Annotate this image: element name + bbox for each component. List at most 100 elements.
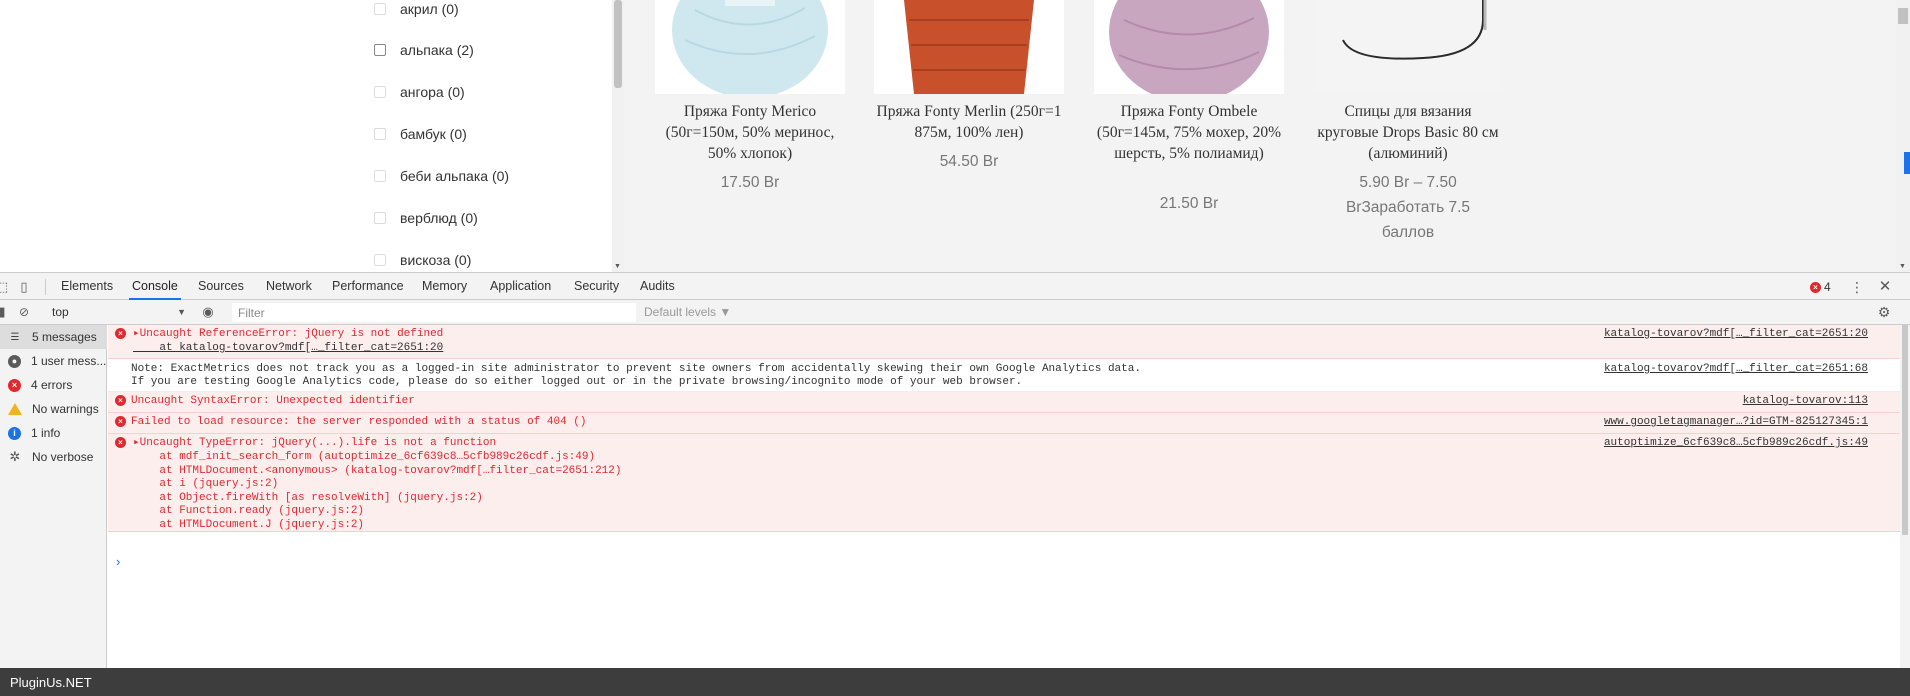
filter-option[interactable]: верблюд (0) xyxy=(374,207,478,229)
filter-option[interactable]: альпака (2) xyxy=(374,39,474,61)
stack-trace-line[interactable]: at mdf_init_search_form (autoptimize_6cf… xyxy=(133,451,595,465)
tab-console[interactable]: Console xyxy=(129,273,181,300)
stack-trace-line[interactable]: at katalog-tovarov?mdf[…_filter_cat=2651… xyxy=(133,342,443,356)
product-card[interactable]: Пряжа Fonty Merlin (250г=1 875м, 100% ле… xyxy=(874,0,1064,272)
scroll-down-arrow-icon[interactable]: ▼ xyxy=(614,263,621,270)
filter-checkbox[interactable] xyxy=(374,3,386,15)
sidebar-item-label: 4 errors xyxy=(31,378,73,392)
console-error-message[interactable]: × ▸Uncaught ReferenceError: jQuery is no… xyxy=(108,325,1900,359)
error-icon: × xyxy=(115,395,126,406)
message-text: Uncaught SyntaxError: Unexpected identif… xyxy=(131,395,415,407)
message-source-link[interactable]: katalog-tovarov?mdf[…_filter_cat=2651:20 xyxy=(1604,328,1868,342)
list-icon: ☰ xyxy=(10,331,20,343)
context-select[interactable]: top ▼ xyxy=(52,304,186,321)
product-card[interactable]: Спицы для вязания круговые Drops Basic 8… xyxy=(1313,0,1503,272)
message-text[interactable]: ▸Uncaught ReferenceError: jQuery is not … xyxy=(133,328,443,342)
filter-scrollbar[interactable]: ▼ xyxy=(612,0,624,272)
scroll-down-arrow-icon[interactable]: ▼ xyxy=(1899,263,1906,270)
tab-memory[interactable]: Memory xyxy=(419,273,470,300)
console-filter-input[interactable] xyxy=(232,303,636,322)
console-log-message[interactable]: Note: ExactMetrics does not track you as… xyxy=(108,359,1900,392)
sidebar-item-label: 1 user mess... xyxy=(31,354,107,368)
message-text[interactable]: ▸Uncaught TypeError: jQuery(...).life is… xyxy=(133,437,496,451)
stack-trace-line[interactable]: at HTMLDocument.J (jquery.js:2) xyxy=(133,519,364,533)
product-card[interactable]: Пряжа Fonty Ombele (50г=145м, 75% мохер,… xyxy=(1094,0,1284,272)
product-price: 17.50 Br xyxy=(720,174,780,191)
tab-network[interactable]: Network xyxy=(263,273,315,300)
sidebar-item-warnings[interactable]: No warnings xyxy=(0,397,107,421)
message-source-link[interactable]: katalog-tovarov:113 xyxy=(1743,395,1868,409)
device-toolbar-icon[interactable]: ▯ xyxy=(16,279,32,295)
filter-checkbox[interactable] xyxy=(374,254,386,266)
filter-checkbox[interactable] xyxy=(374,44,386,56)
filter-checkbox[interactable] xyxy=(374,170,386,182)
error-icon: × xyxy=(8,378,21,392)
filter-label: ангора (0) xyxy=(400,84,465,100)
console-error-message[interactable]: × Uncaught SyntaxError: Unexpected ident… xyxy=(108,392,1900,413)
sidebar-item-info[interactable]: i 1 info xyxy=(0,421,107,445)
sidebar-item-messages[interactable]: ☰ 5 messages xyxy=(0,325,107,349)
tab-elements[interactable]: Elements xyxy=(58,273,116,300)
product-photo[interactable] xyxy=(655,0,845,94)
tab-audits[interactable]: Audits xyxy=(637,273,678,300)
inspect-element-icon[interactable]: ⬚ xyxy=(0,279,10,295)
product-name[interactable]: Пряжа Fonty Merlin (250г=1 875м, 100% ле… xyxy=(874,101,1064,143)
sidebar-item-errors[interactable]: × 4 errors xyxy=(0,373,107,397)
stack-trace-line[interactable]: at Function.ready (jquery.js:2) xyxy=(133,505,364,519)
sidebar-item-verbose[interactable]: ✲ No verbose xyxy=(0,445,107,469)
filter-checkbox[interactable] xyxy=(374,86,386,98)
error-icon: × xyxy=(115,328,126,339)
filter-checkbox[interactable] xyxy=(374,128,386,140)
product-photo[interactable] xyxy=(1313,0,1503,94)
sidebar-toggle-icon[interactable]: ▮ xyxy=(0,304,10,320)
message-source-link[interactable]: www.googletagmanager…?id=GTM-825127345:1 xyxy=(1604,416,1868,430)
clear-console-icon[interactable]: ⊘ xyxy=(16,304,32,320)
product-name[interactable]: Спицы для вязания круговые Drops Basic 8… xyxy=(1313,101,1503,164)
console-settings-gear-icon[interactable]: ⚙ xyxy=(1876,304,1892,320)
filter-scrollbar-thumb[interactable] xyxy=(614,0,622,88)
side-widget-tab[interactable] xyxy=(1904,152,1910,174)
filter-option[interactable]: беби альпака (0) xyxy=(374,165,509,187)
product-name[interactable]: Пряжа Fonty Merico (50г=150м, 50% мерино… xyxy=(655,101,845,164)
stack-trace-line[interactable]: at i (jquery.js:2) xyxy=(133,478,278,492)
error-count-badge[interactable]: × 4 xyxy=(1810,280,1831,294)
filter-option[interactable]: бамбук (0) xyxy=(374,123,467,145)
more-options-icon[interactable]: ⋮ xyxy=(1849,279,1865,295)
status-bar-label: PluginUs.NET xyxy=(10,675,92,690)
sidebar-item-user-messages[interactable]: ● 1 user mess... xyxy=(0,349,107,373)
filter-option[interactable]: ангора (0) xyxy=(374,81,465,103)
stack-trace-line[interactable]: at Object.fireWith [as resolveWith] (jqu… xyxy=(133,492,482,506)
filter-option[interactable]: вискоза (0) xyxy=(374,249,471,271)
screen: акрил (0) альпака (2) ангора (0) бамбук … xyxy=(0,0,1910,696)
tab-performance[interactable]: Performance xyxy=(329,273,407,300)
message-source-link[interactable]: autoptimize_6cf639c8…5cfb989c26cdf.js:49 xyxy=(1604,437,1868,451)
filter-checkbox[interactable] xyxy=(374,212,386,224)
product-card[interactable]: Пряжа Fonty Merico (50г=150м, 50% мерино… xyxy=(655,0,845,272)
eye-icon[interactable]: ◉ xyxy=(200,304,216,320)
tab-application[interactable]: Application xyxy=(487,273,554,300)
product-photo[interactable] xyxy=(1094,0,1284,94)
console-prompt-icon[interactable]: › xyxy=(116,555,120,569)
console-error-message[interactable]: × Failed to load resource: the server re… xyxy=(108,413,1900,434)
tab-security[interactable]: Security xyxy=(571,273,622,300)
tab-separator xyxy=(45,279,46,295)
console-error-message[interactable]: × ▸Uncaught TypeError: jQuery(...).life … xyxy=(108,434,1900,532)
page-scrollbar[interactable]: ▼ xyxy=(1896,0,1910,272)
user-icon: ● xyxy=(8,354,21,368)
stack-trace-line[interactable]: at HTMLDocument.<anonymous> (katalog-tov… xyxy=(133,465,621,479)
filter-option[interactable]: акрил (0) xyxy=(374,0,459,20)
product-photo[interactable] xyxy=(874,0,1064,94)
tab-sources[interactable]: Sources xyxy=(195,273,247,300)
error-icon: × xyxy=(115,437,126,448)
devtools-panel: ⬚ ▯ Elements Console Sources Network Per… xyxy=(0,272,1910,668)
console-scrollbar-thumb[interactable] xyxy=(1902,325,1908,535)
page-scrollbar-thumb[interactable] xyxy=(1898,8,1908,24)
console-scrollbar[interactable] xyxy=(1900,325,1910,668)
log-levels-dropdown[interactable]: Default levels ▼ xyxy=(644,305,731,319)
error-count: 4 xyxy=(1824,280,1831,294)
product-name[interactable]: Пряжа Fonty Ombele (50г=145м, 75% мохер,… xyxy=(1094,101,1284,164)
message-source-link[interactable]: katalog-tovarov?mdf[…_filter_cat=2651:68 xyxy=(1604,363,1868,377)
close-devtools-icon[interactable]: ✕ xyxy=(1877,279,1893,295)
sidebar-item-label: No warnings xyxy=(32,402,99,416)
info-icon: i xyxy=(8,426,21,440)
